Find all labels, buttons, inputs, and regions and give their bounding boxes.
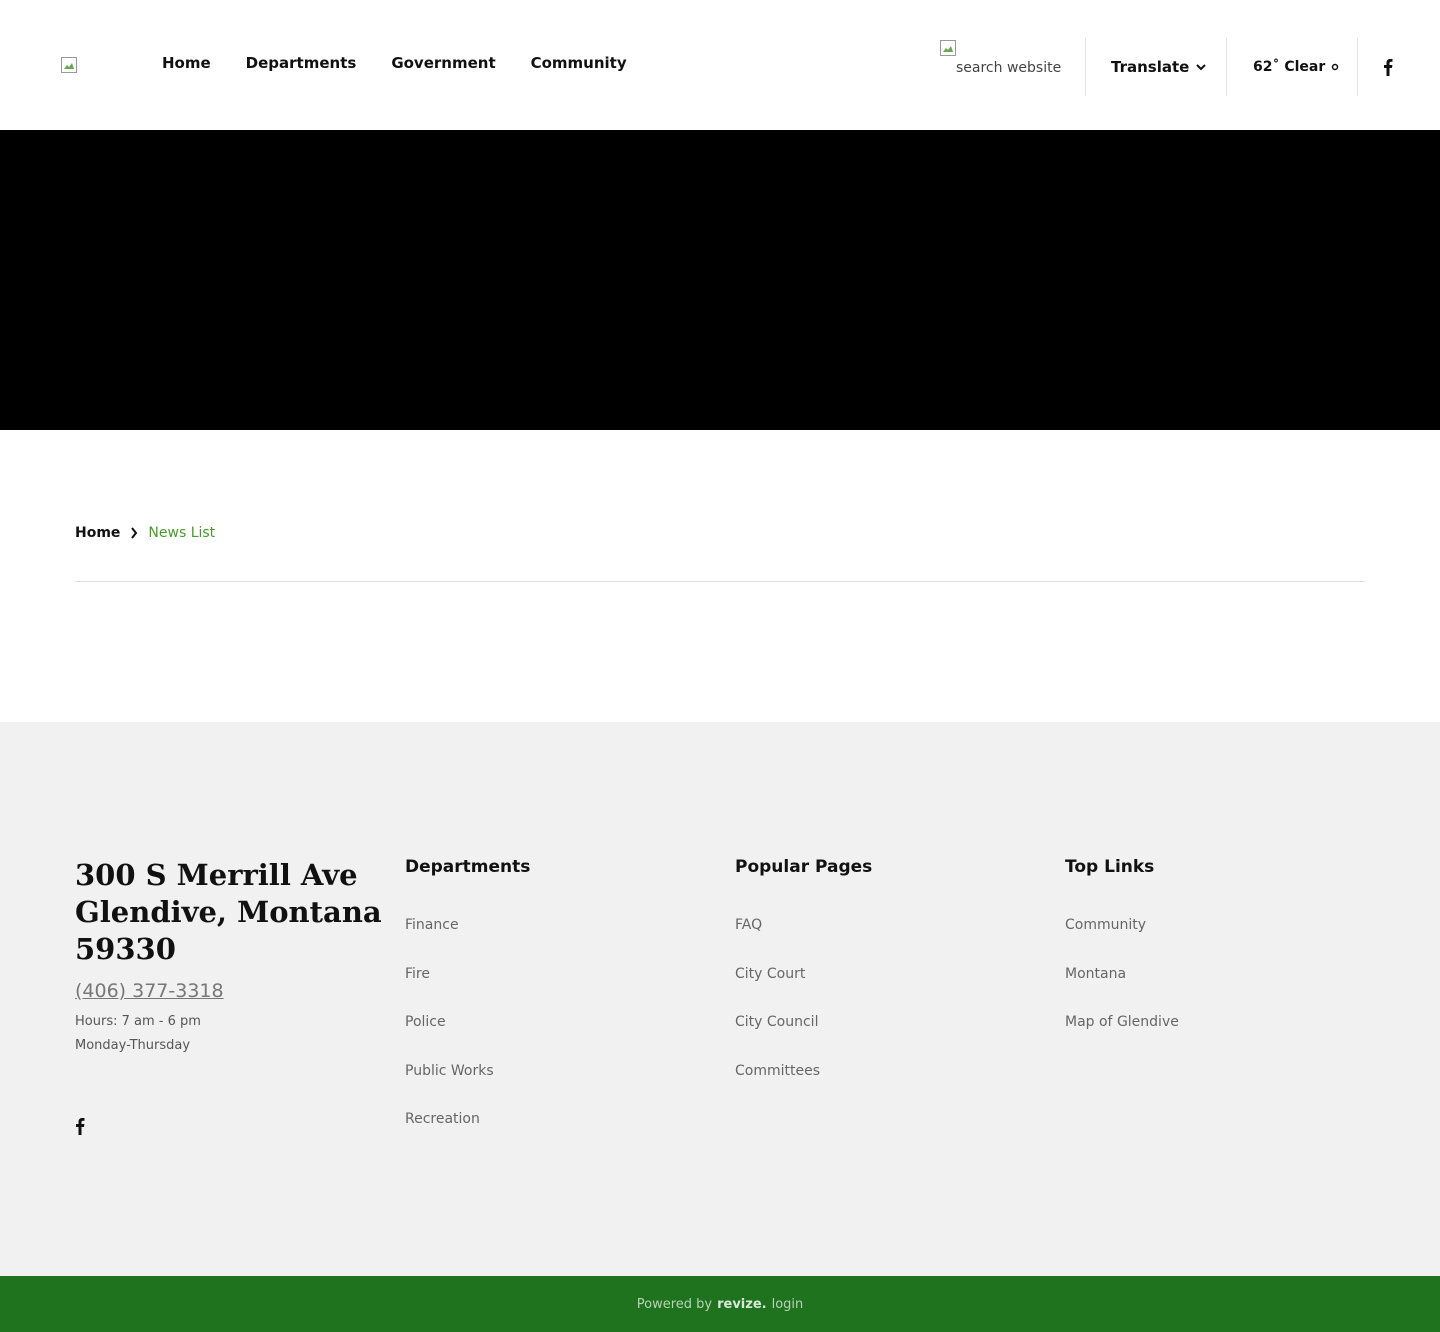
breadcrumb: Home News List bbox=[75, 525, 215, 541]
footer-departments-title: Departments bbox=[405, 857, 531, 877]
footer-link-fire[interactable]: Fire bbox=[405, 966, 530, 1015]
translate-label: Translate bbox=[1111, 58, 1190, 76]
chevron-down-icon bbox=[1196, 64, 1207, 71]
footer-link-finance[interactable]: Finance bbox=[405, 917, 530, 966]
translate-dropdown[interactable]: Translate bbox=[1086, 38, 1227, 96]
nav-departments[interactable]: Departments bbox=[246, 54, 357, 72]
header-tools: search website Translate 62˚ Clear bbox=[940, 38, 1418, 96]
nav-government[interactable]: Government bbox=[391, 54, 495, 72]
footer-link-map[interactable]: Map of Glendive bbox=[1065, 1014, 1179, 1063]
footer-departments: Departments Finance Fire Police Public W… bbox=[405, 857, 530, 1160]
search-box[interactable]: search website bbox=[940, 38, 1086, 96]
powered-by-bar: Powered by revize. login bbox=[0, 1276, 1440, 1332]
footer-link-recreation[interactable]: Recreation bbox=[405, 1111, 530, 1160]
search-placeholder: search website bbox=[956, 60, 1062, 76]
site-header: Home Departments Government Community se… bbox=[0, 0, 1440, 130]
footer-link-committees[interactable]: Committees bbox=[735, 1063, 872, 1112]
footer-hours: Hours: 7 am - 6 pm Monday-Thursday bbox=[75, 1010, 201, 1058]
weather-label: 62˚ Clear bbox=[1253, 59, 1326, 75]
hero-banner bbox=[0, 130, 1440, 430]
footer-link-public-works[interactable]: Public Works bbox=[405, 1063, 530, 1112]
nav-community[interactable]: Community bbox=[531, 54, 627, 72]
footer-link-community[interactable]: Community bbox=[1065, 917, 1179, 966]
footer-phone[interactable]: (406) 377-3318 bbox=[75, 980, 224, 1002]
breadcrumb-current: News List bbox=[148, 525, 216, 541]
footer-link-montana[interactable]: Montana bbox=[1065, 966, 1179, 1015]
facebook-icon bbox=[1384, 59, 1393, 76]
login-link[interactable]: login bbox=[772, 1297, 804, 1312]
content-divider bbox=[75, 581, 1365, 582]
footer-link-police[interactable]: Police bbox=[405, 1014, 530, 1063]
nav-home[interactable]: Home bbox=[162, 54, 211, 72]
footer-link-city-court[interactable]: City Court bbox=[735, 966, 872, 1015]
broken-image-icon bbox=[61, 57, 77, 73]
hours-line-2: Monday-Thursday bbox=[75, 1038, 191, 1053]
weather-widget[interactable]: 62˚ Clear bbox=[1227, 38, 1358, 96]
breadcrumb-home[interactable]: Home bbox=[75, 525, 120, 541]
hours-line-1: Hours: 7 am - 6 pm bbox=[75, 1014, 201, 1029]
chevron-right-icon bbox=[131, 527, 138, 539]
site-footer: 300 S Merrill Ave Glendive, Montana 5933… bbox=[0, 722, 1440, 1276]
powered-by-text: Powered by bbox=[636, 1296, 713, 1312]
footer-address: 300 S Merrill Ave Glendive, Montana 5933… bbox=[75, 858, 382, 966]
footer-link-city-council[interactable]: City Council bbox=[735, 1014, 872, 1063]
footer-top-title: Top Links bbox=[1065, 857, 1155, 877]
facebook-link[interactable] bbox=[1358, 38, 1418, 96]
broken-image-icon bbox=[940, 40, 956, 56]
revize-link[interactable]: revize. bbox=[717, 1297, 766, 1312]
facebook-icon bbox=[76, 1118, 85, 1135]
footer-popular-pages: Popular Pages FAQ City Court City Counci… bbox=[735, 857, 872, 1111]
footer-facebook-link[interactable] bbox=[75, 1117, 85, 1139]
footer-top-links: Top Links Community Montana Map of Glend… bbox=[1065, 857, 1179, 1063]
footer-popular-title: Popular Pages bbox=[735, 857, 873, 877]
weather-icon bbox=[1332, 63, 1339, 71]
site-logo[interactable] bbox=[61, 57, 77, 73]
footer-link-faq[interactable]: FAQ bbox=[735, 917, 872, 966]
main-nav: Home Departments Government Community bbox=[162, 54, 662, 72]
